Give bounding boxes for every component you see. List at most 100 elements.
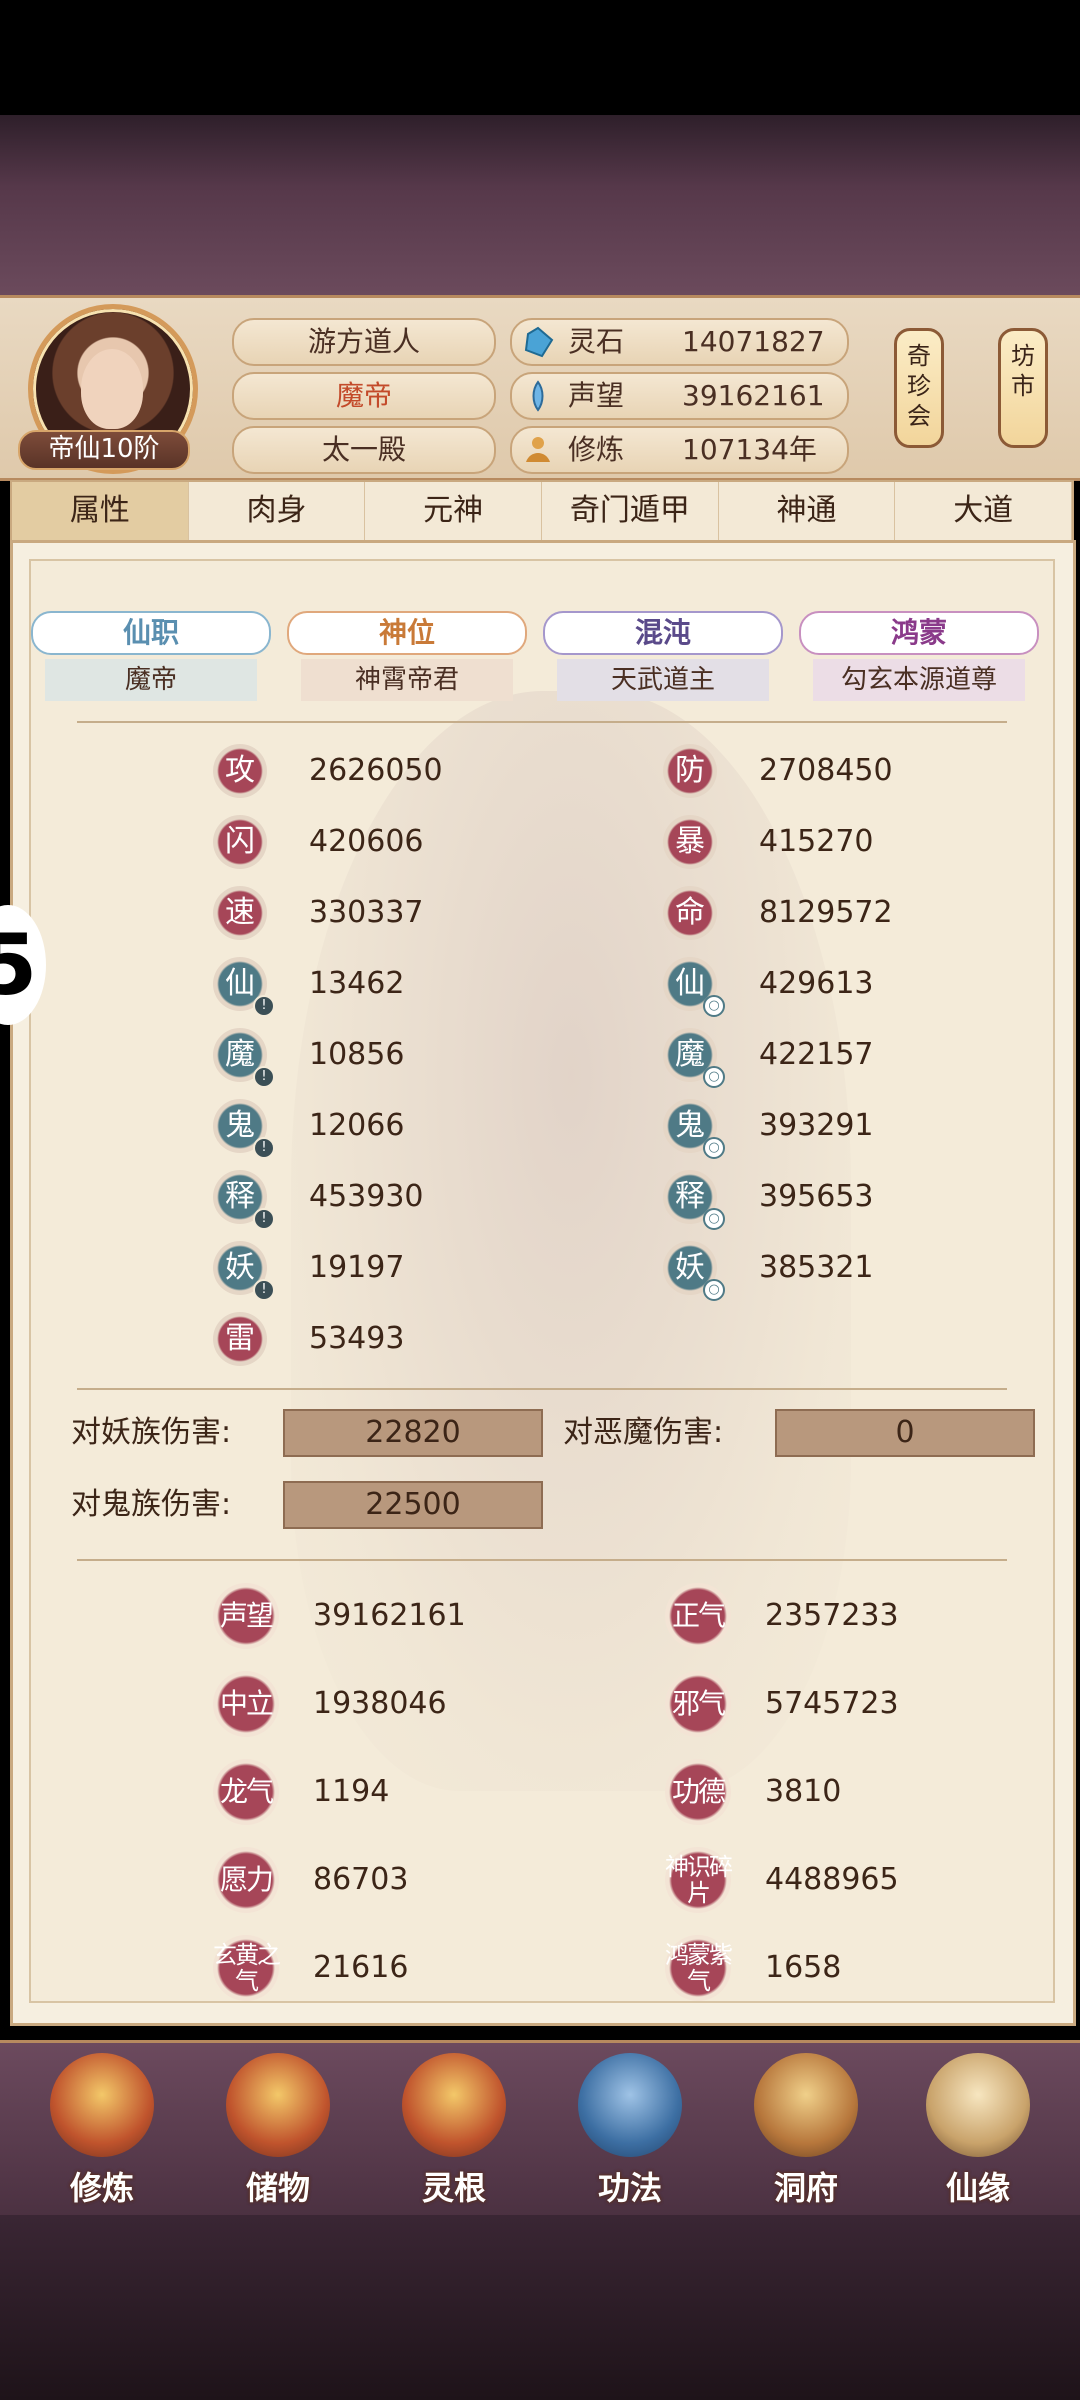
treasure-fair-button[interactable]: 奇珍会 [894, 328, 944, 448]
thunder-icon: 雷 [213, 1312, 267, 1366]
tab-spirit[interactable]: 元神 [365, 482, 543, 540]
stat-buddha-atk: 释! 453930 [213, 1170, 513, 1230]
stat-value: 420606 [309, 824, 424, 859]
attr-value: 2357233 [765, 1598, 899, 1633]
rank-title: 仙职 [31, 611, 271, 655]
stat-dodge: 闪 420606 [213, 815, 513, 871]
tab-dao[interactable]: 大道 [895, 482, 1073, 540]
rank-divine-seat[interactable]: 神位 神霄帝君 [287, 611, 527, 701]
resource-value: 14071827 [682, 325, 825, 358]
attr-value: 21616 [313, 1950, 409, 1985]
speed-icon: 速 [213, 886, 267, 940]
nav-storage[interactable]: 储物 [208, 2053, 348, 2213]
attr-value: 1658 [765, 1950, 842, 1985]
title-wanderer[interactable]: 游方道人 [232, 318, 496, 366]
attr-value: 1938046 [313, 1686, 447, 1721]
defense-icon: 防 [663, 744, 717, 798]
resource-label: 灵石 [568, 325, 625, 358]
nav-fate[interactable]: 仙缘 [908, 2053, 1048, 2213]
attr-value: 1194 [313, 1774, 390, 1809]
stat-value: 53493 [309, 1321, 405, 1356]
nav-spirit-root[interactable]: 灵根 [384, 2053, 524, 2213]
attack-marker-icon: ! [253, 1137, 275, 1159]
attribute-panel-inner: 仙职 魔帝 神位 神霄帝君 混沌 天武道主 鸿蒙 勾玄本源道尊 攻 2626050… [29, 559, 1055, 2003]
attr-value: 86703 [313, 1862, 409, 1897]
dragon-qi-badge-icon: 龙气 [213, 1759, 279, 1825]
stat-value: 330337 [309, 895, 424, 930]
yao-damage-value: 22820 [283, 1409, 543, 1457]
nav-label: 洞府 [773, 2169, 838, 2207]
attack-marker-icon: ! [253, 1279, 275, 1301]
bottom-background [0, 2215, 1080, 2400]
resource-label: 修炼 [568, 433, 625, 466]
yao-damage-label: 对妖族伤害: [71, 1415, 232, 1450]
nav-skills[interactable]: 功法 [560, 2053, 700, 2213]
nav-label: 储物 [245, 2169, 310, 2207]
demon-damage-label: 对恶魔伤害: [563, 1415, 724, 1450]
stat-immortal-def: 仙 ○ 429613 [663, 957, 963, 1017]
book-icon [578, 2053, 682, 2157]
stat-crit: 暴 415270 [663, 815, 963, 871]
resource-cultivation[interactable]: 修炼 107134年 [510, 426, 849, 474]
rank-value: 魔帝 [45, 659, 257, 701]
tab-attributes[interactable]: 属性 [12, 482, 189, 540]
attack-marker-icon: ! [253, 1208, 275, 1230]
nav-cave[interactable]: 洞府 [736, 2053, 876, 2213]
stat-value: 19197 [309, 1250, 405, 1285]
title-sect[interactable]: 太一殿 [232, 426, 496, 474]
resource-label: 声望 [568, 379, 625, 412]
title-demon-emperor[interactable]: 魔帝 [232, 372, 496, 420]
soul-shard-badge-icon: 神识碎片 [665, 1847, 733, 1913]
attack-marker-icon: ! [253, 1066, 275, 1088]
stat-value: 393291 [759, 1108, 874, 1143]
rank-title: 鸿蒙 [799, 611, 1039, 655]
stat-demon-atk: 魔! 10856 [213, 1028, 513, 1088]
stat-ghost-def: 鬼 ○ 393291 [663, 1099, 963, 1159]
rank-value: 神霄帝君 [301, 659, 513, 701]
stat-value: 453930 [309, 1179, 424, 1214]
nav-label: 灵根 [421, 2169, 486, 2207]
resource-value: 107134年 [682, 433, 817, 466]
stat-value: 429613 [759, 966, 874, 1001]
rank-title: 混沌 [543, 611, 783, 655]
rank-chaos[interactable]: 混沌 天武道主 [543, 611, 783, 701]
crit-icon: 暴 [663, 815, 717, 869]
bottom-nav: 修炼 储物 灵根 功法 洞府 仙缘 [0, 2040, 1080, 2223]
nav-cultivate[interactable]: 修炼 [32, 2053, 172, 2213]
stat-value: 415270 [759, 824, 874, 859]
spirit-root-icon [402, 2053, 506, 2157]
attr-value: 39162161 [313, 1598, 466, 1633]
wish-power-badge-icon: 愿力 [213, 1847, 279, 1913]
stat-demon-def: 魔 ○ 422157 [663, 1028, 963, 1088]
tab-qimen[interactable]: 奇门遁甲 [542, 482, 719, 540]
nav-label: 修炼 [69, 2169, 134, 2207]
tab-powers[interactable]: 神通 [719, 482, 896, 540]
nav-label: 仙缘 [945, 2169, 1010, 2207]
life-icon: 命 [663, 886, 717, 940]
attribute-panel: 仙职 魔帝 神位 神霄帝君 混沌 天武道主 鸿蒙 勾玄本源道尊 攻 2626050… [10, 540, 1076, 2026]
dodge-icon: 闪 [213, 815, 267, 869]
evil-qi-badge-icon: 邪气 [665, 1671, 731, 1737]
tab-body[interactable]: 肉身 [189, 482, 366, 540]
stat-speed: 速 330337 [213, 886, 513, 942]
stat-value: 395653 [759, 1179, 874, 1214]
attack-marker-icon: ! [253, 995, 275, 1017]
attr-value: 3810 [765, 1774, 842, 1809]
stat-value: 10856 [309, 1037, 405, 1072]
stat-attack: 攻 2626050 [213, 744, 513, 800]
defense-marker-icon: ○ [703, 995, 725, 1017]
hongmeng-qi-badge-icon: 鸿蒙紫气 [665, 1935, 733, 2001]
stat-thunder: 雷 53493 [213, 1312, 513, 1368]
stat-ghost-atk: 鬼! 12066 [213, 1099, 513, 1159]
rank-hongmeng[interactable]: 鸿蒙 勾玄本源道尊 [799, 611, 1039, 701]
defense-marker-icon: ○ [703, 1208, 725, 1230]
attack-icon: 攻 [213, 744, 267, 798]
rank-immortal-post[interactable]: 仙职 魔帝 [31, 611, 271, 701]
stat-value: 13462 [309, 966, 405, 1001]
resource-prestige[interactable]: 声望 39162161 [510, 372, 849, 420]
neutral-badge-icon: 中立 [213, 1671, 279, 1737]
market-button[interactable]: 坊市 [998, 328, 1048, 448]
divider [77, 1559, 1007, 1561]
stat-buddha-def: 释 ○ 395653 [663, 1170, 963, 1230]
resource-spirit-stone[interactable]: 灵石 14071827 [510, 318, 849, 366]
